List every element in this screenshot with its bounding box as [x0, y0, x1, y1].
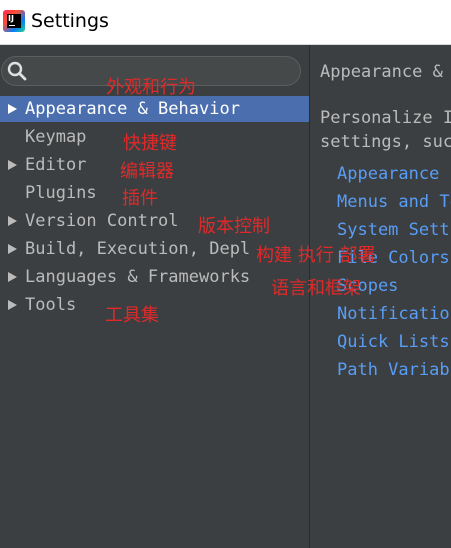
tree-item-languages-frameworks[interactable]: Languages & Frameworks	[0, 264, 309, 290]
tree-item-label: Tools	[25, 295, 77, 315]
link-quick-lists[interactable]: Quick Lists	[337, 332, 450, 352]
tree-item-label: Languages & Frameworks	[25, 267, 251, 287]
search-icon	[7, 61, 27, 81]
tree-item-label: Build, Execution, Depl	[25, 239, 251, 259]
expand-arrow-icon[interactable]	[8, 160, 17, 170]
link-menus-and-toolbars[interactable]: Menus and To	[337, 192, 451, 212]
expand-arrow-icon[interactable]	[8, 244, 17, 254]
annotation-languages-frameworks: 语言和框架	[271, 278, 361, 299]
section-description-line: Personalize I	[320, 108, 451, 128]
expand-arrow-icon[interactable]	[8, 104, 17, 114]
section-title: Appearance &	[320, 62, 443, 82]
tree-item-label: Keymap	[25, 127, 87, 147]
link-system-settings[interactable]: System Setti	[337, 220, 451, 240]
window-title: Settings	[31, 10, 109, 32]
title-bar: IJ Settings	[0, 0, 451, 45]
tree-item-label: Editor	[25, 155, 87, 175]
link-notifications[interactable]: Notification	[337, 304, 451, 324]
annotation-tools: 工具集	[105, 305, 159, 326]
settings-tree-pane: Appearance & Behavior Keymap Editor Plug…	[0, 45, 309, 548]
expand-arrow-icon[interactable]	[8, 272, 17, 282]
intellij-idea-icon: IJ	[3, 10, 25, 32]
annotation-version-control: 版本控制	[198, 216, 270, 237]
annotation-build-execution-deployment: 构建 执行 部署	[256, 245, 376, 266]
annotation-keymap: 快捷键	[123, 133, 177, 154]
annotation-editor: 编辑器	[120, 161, 174, 182]
link-appearance[interactable]: Appearance	[337, 164, 439, 184]
tree-item-label: Appearance & Behavior	[25, 99, 240, 119]
tree-item-appearance-behavior[interactable]: Appearance & Behavior	[0, 96, 309, 122]
tree-item-label: Version Control	[25, 211, 179, 231]
link-path-variables[interactable]: Path Variabl	[337, 360, 451, 380]
annotation-appearance-behavior: 外观和行为	[106, 77, 196, 98]
annotation-plugins: 插件	[122, 188, 158, 209]
expand-arrow-icon[interactable]	[8, 216, 17, 226]
expand-arrow-icon[interactable]	[8, 300, 17, 310]
tree-item-label: Plugins	[25, 183, 97, 203]
section-description-line: settings, suc	[320, 132, 451, 152]
